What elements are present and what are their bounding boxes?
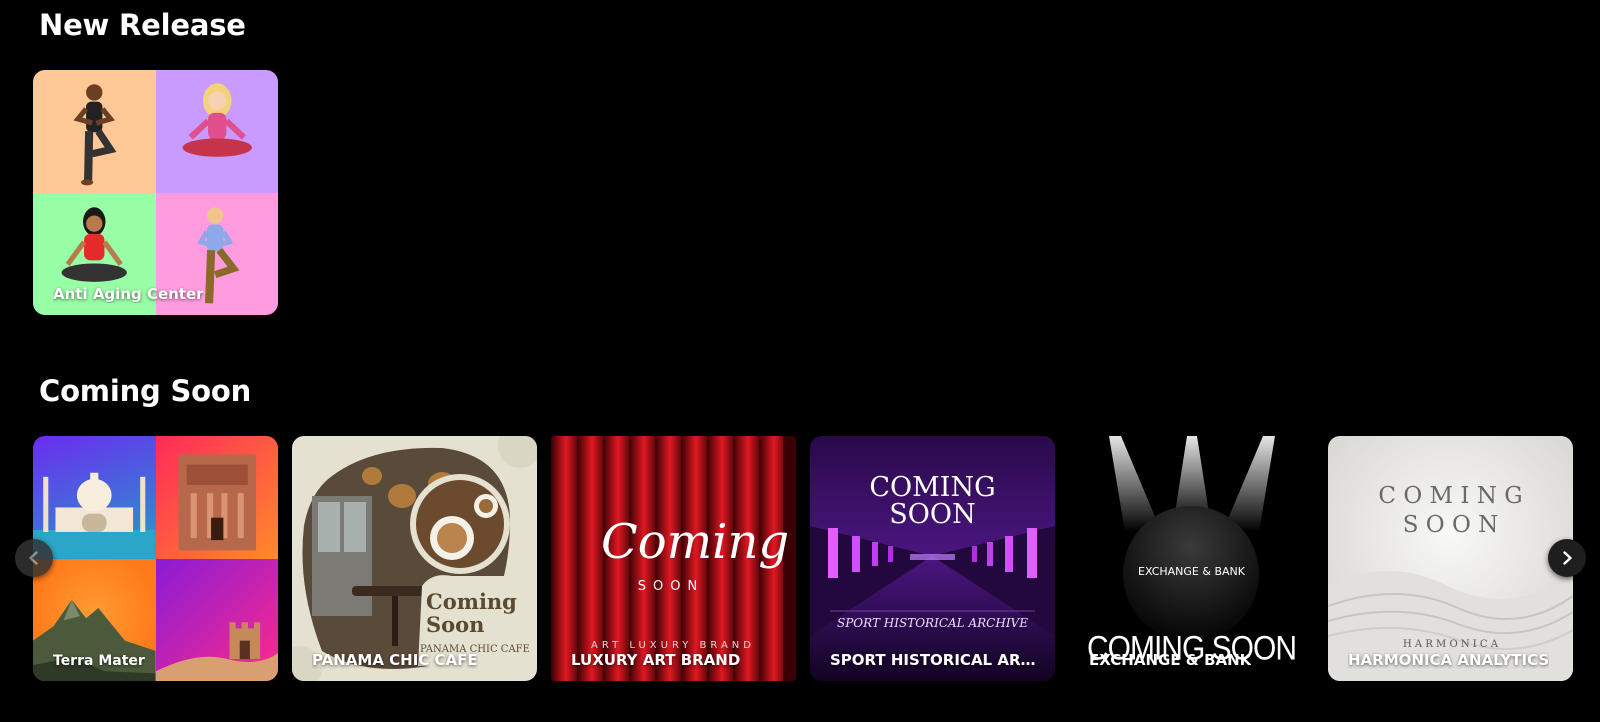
art-line-2: S O O N [1402,512,1499,538]
sport-art-caption: SPORT HISTORICAL ARCHIVE [837,616,1028,630]
card-label: LUXURY ART BRAND [571,651,741,669]
carousel-prev-button[interactable] [15,539,53,577]
card-label: Terra Mater [53,653,145,669]
card-label: HARMONICA ANALYTICS [1348,651,1550,669]
coming-card-sport-historical-archive[interactable]: COMING SOON SPORT HISTORICAL ARCHIVE SPO… [810,436,1055,681]
yoga-man-tree-pose-image [33,70,156,193]
bank-coming-soon-banner: COMING SOON [1086,629,1297,668]
yoga-woman-lotus-image [155,70,278,193]
luxury-script-text: Coming [601,514,790,570]
coming-soon-title: Coming Soon [39,374,252,408]
coming-card-panama-chic-cafe[interactable]: Coming Soon PANAMA CHIC CAFE PANAMA CHIC… [292,436,537,681]
art-line-1: Coming [426,589,517,614]
coming-card-luxury-art-brand[interactable]: Coming SOON ART LUXURY BRAND LUXURY ART … [551,436,796,681]
coming-card-terra-mater[interactable]: Terra Mater [33,436,278,681]
harmonica-art-caption: H A R M O N I C A [1403,639,1498,650]
great-wall-image [155,558,278,681]
sport-coming-soon-art-text: COMING SOON [810,474,1055,528]
coming-card-exchange-and-bank[interactable]: EXCHANGE & BANK EXCHANGE & BANK COMING S… [1069,436,1314,681]
carousel-next-button[interactable] [1548,539,1586,577]
card-label: Anti Aging Center [53,285,204,303]
taj-mahal-image [33,436,156,559]
card-label: PANAMA CHIC CAFE [312,651,478,669]
coming-card-harmonica-analytics[interactable]: C O M I N G S O O N H A R M O N I C A HA… [1328,436,1573,681]
art-line-1: C O M I N G [1378,483,1523,509]
art-line-2: SOON [889,499,976,530]
chevron-left-icon [29,551,38,565]
luxury-soon-text: SOON [637,579,705,594]
petra-treasury-image [155,436,278,559]
bank-circle-text: EXCHANGE & BANK [1138,565,1245,578]
art-line-2: Soon [426,612,485,637]
release-card-anti-aging-center[interactable]: Anti Aging Center [33,70,278,315]
chevron-right-icon [1563,551,1572,565]
card-label: SPORT HISTORICAL ARCHI... [830,651,1045,669]
harmonica-coming-soon-art-text: C O M I N G S O O N [1328,482,1573,540]
new-release-title: New Release [39,8,246,42]
cafe-coming-soon-art-text: Coming Soon [426,590,517,636]
art-line-1: COMING [869,472,996,503]
luxury-art-caption: ART LUXURY BRAND [591,640,755,651]
